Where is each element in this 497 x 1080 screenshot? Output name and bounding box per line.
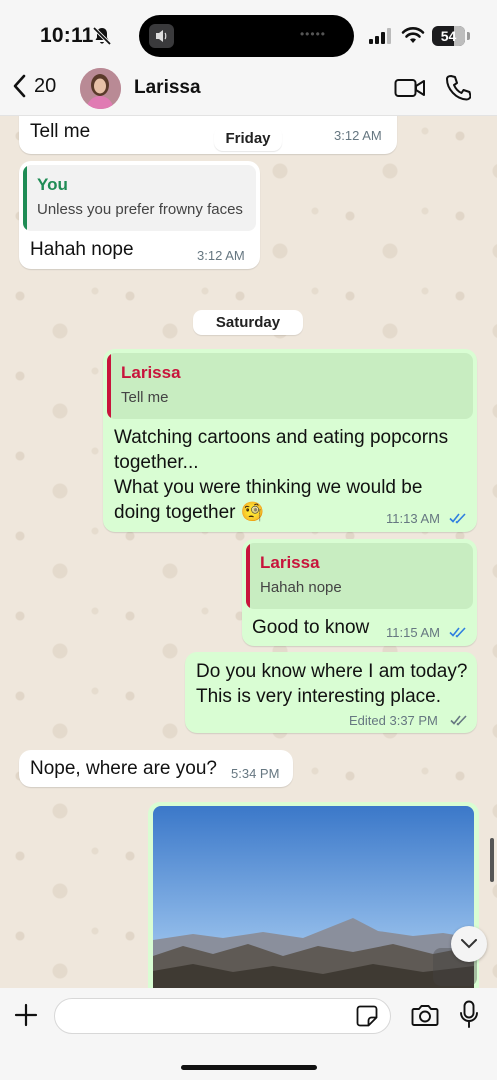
- double-check-icon: [449, 627, 466, 638]
- battery-icon: 54: [432, 26, 465, 46]
- quoted-message[interactable]: You Unless you prefer frowny faces: [23, 165, 256, 231]
- message-outgoing[interactable]: Larissa Hahah nope Good to know 11:15 AM: [242, 539, 477, 646]
- chat-area[interactable]: Tell me 3:12 AM Friday You Unless you pr…: [0, 116, 497, 988]
- message-time: 11:15 AM: [386, 625, 440, 640]
- message-text-line: Do you know where I am today?: [196, 661, 468, 682]
- message-text: Good to know: [252, 617, 370, 638]
- quoted-message[interactable]: Larissa Hahah nope: [246, 543, 473, 609]
- status-bar: 10:11 ••••• 54: [0, 0, 497, 62]
- scroll-down-button[interactable]: [451, 926, 487, 962]
- home-indicator[interactable]: [181, 1065, 317, 1070]
- dynamic-island: •••••: [139, 15, 354, 57]
- date-separator: Saturday: [193, 310, 303, 335]
- quote-accent: [23, 165, 27, 231]
- double-check-icon: [450, 715, 467, 726]
- message-text-line: What you were thinking we would be: [114, 477, 423, 498]
- avatar[interactable]: [80, 68, 121, 109]
- message-incoming[interactable]: You Unless you prefer frowny faces Hahah…: [19, 161, 260, 269]
- message-incoming[interactable]: Tell me 3:12 AM: [19, 116, 397, 154]
- message-time: Edited 3:37 PM: [349, 713, 438, 728]
- chevron-down-icon: [461, 939, 477, 949]
- message-text-line: This is very interesting place.: [196, 686, 441, 707]
- message-time: 5:34 PM: [231, 766, 280, 781]
- message-text: Hahah nope: [30, 239, 134, 260]
- message-outgoing[interactable]: Do you know where I am today? This is ve…: [185, 652, 477, 733]
- message-text-line: doing together 🧐: [114, 502, 265, 523]
- scrollbar[interactable]: [490, 838, 494, 882]
- quote-author: Larissa: [260, 553, 320, 572]
- message-time: 3:12 AM: [197, 248, 245, 263]
- message-incoming[interactable]: Nope, where are you? 5:34 PM: [19, 750, 293, 787]
- photo-image[interactable]: [153, 806, 474, 988]
- battery-tip: [467, 32, 470, 40]
- quoted-message[interactable]: Larissa Tell me: [107, 353, 473, 419]
- camera-icon[interactable]: [411, 1003, 439, 1027]
- message-time: 3:12 AM: [334, 128, 382, 143]
- message-text: Nope, where are you?: [30, 758, 217, 779]
- double-check-icon: [449, 513, 466, 524]
- battery-level: 54: [440, 28, 457, 44]
- date-separator: Friday: [214, 126, 282, 151]
- quote-author: Larissa: [121, 363, 181, 382]
- chevron-left-icon: [13, 74, 26, 98]
- unread-count: 20: [34, 74, 57, 97]
- message-input[interactable]: [54, 998, 391, 1034]
- island-dots: •••••: [299, 27, 326, 41]
- back-button[interactable]: 20: [12, 74, 56, 98]
- quote-author: You: [37, 175, 68, 194]
- quote-text: Tell me: [121, 389, 169, 406]
- composer-bar: [0, 988, 497, 1080]
- quote-accent: [246, 543, 250, 609]
- chat-header: 20 Larissa: [0, 62, 497, 116]
- microphone-icon[interactable]: [459, 1000, 479, 1030]
- quote-text: Hahah nope: [260, 579, 342, 596]
- message-text: Tell me: [30, 121, 91, 142]
- message-text-line: together...: [114, 452, 199, 473]
- video-camera-icon[interactable]: [394, 76, 426, 100]
- quote-text: Unless you prefer frowny faces: [37, 201, 243, 218]
- phone-icon[interactable]: [445, 74, 471, 102]
- status-time: 10:11: [40, 24, 94, 47]
- plus-icon[interactable]: [14, 1003, 38, 1027]
- message-outgoing[interactable]: Larissa Tell me Watching cartoons and ea…: [103, 349, 477, 532]
- signal-icon: [369, 28, 391, 44]
- speaker-icon: [149, 24, 174, 48]
- message-time: 11:13 AM: [386, 511, 440, 526]
- wifi-icon: [401, 27, 425, 43]
- bell-slash-icon: [92, 26, 112, 46]
- quote-accent: [107, 353, 111, 419]
- contact-name[interactable]: Larissa: [134, 77, 201, 99]
- sticker-icon[interactable]: [356, 1005, 378, 1027]
- message-text-line: Watching cartoons and eating popcorns: [114, 427, 449, 448]
